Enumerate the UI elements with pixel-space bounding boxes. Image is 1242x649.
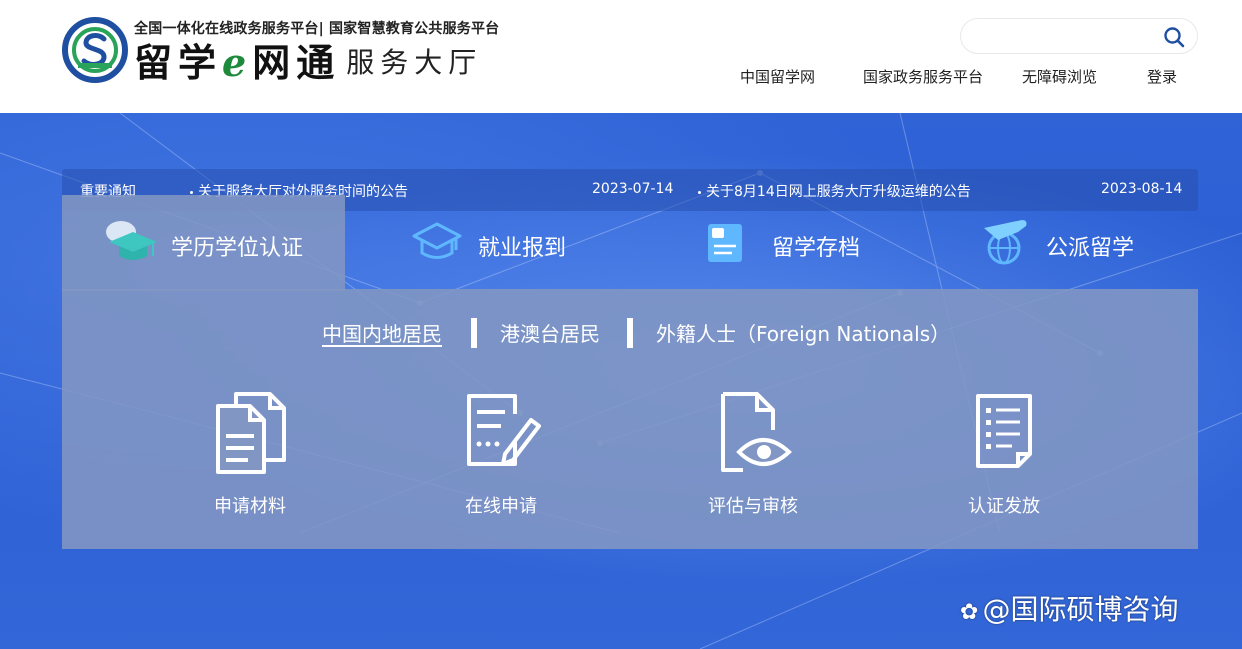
graduation-cap-icon	[106, 221, 157, 260]
subtab-divider	[471, 318, 477, 348]
document-eye-icon	[721, 392, 792, 472]
subtab-foreign-nationals[interactable]: 外籍人士（Foreign Nationals）	[656, 318, 950, 347]
brand-subtitle: 服务大厅	[346, 46, 483, 79]
nav-link-login[interactable]: 登录	[1147, 66, 1177, 87]
tab-employment-registration[interactable]: 就业报到	[410, 212, 590, 274]
documents-icon	[216, 392, 286, 474]
tab-label: 就业报到	[478, 236, 567, 261]
tab-label: 留学存档	[772, 236, 861, 261]
site-header: 全国一体化在线政务服务平台| 国家智慧教育公共服务平台 留学e网通 服务大厅 中国…	[0, 0, 1242, 113]
watermark: ✿ @国际硕博咨询	[960, 588, 1178, 628]
service-certificate-issuance[interactable]: 认证发放	[924, 390, 1084, 520]
search-icon[interactable]	[1163, 26, 1185, 48]
tab-label: 公派留学	[1046, 236, 1135, 261]
plane-globe-icon	[984, 220, 1027, 265]
site-logo-icon[interactable]	[62, 17, 128, 83]
subtab-divider	[627, 318, 633, 348]
notice-title: 关于8月14日网上服务大厅升级运维的公告	[706, 184, 971, 200]
search-input[interactable]	[975, 25, 1155, 49]
bullet-icon	[698, 190, 701, 194]
subtab-mainland-residents[interactable]: 中国内地居民	[322, 318, 442, 347]
paw-icon: ✿	[960, 600, 979, 625]
tab-degree-verification[interactable]: 学历学位认证	[103, 212, 333, 274]
brand-e: e	[222, 40, 253, 85]
notice-date: 2023-08-14	[1101, 181, 1183, 197]
brand-part-1: 留学	[134, 40, 223, 85]
service-evaluation-review[interactable]: 评估与审核	[673, 390, 833, 520]
mortarboard-outline-icon	[412, 222, 462, 259]
service-label: 申请材料	[214, 496, 286, 517]
nav-link-accessibility[interactable]: 无障碍浏览	[1022, 66, 1097, 87]
site-tagline: 全国一体化在线政务服务平台| 国家智慧教育公共服务平台	[134, 21, 500, 37]
tab-label: 学历学位认证	[171, 236, 304, 261]
service-label: 在线申请	[465, 496, 537, 517]
watermark-text: @国际硕博咨询	[982, 593, 1179, 626]
notice-item[interactable]: 关于8月14日网上服务大厅升级运维的公告	[698, 181, 971, 201]
site-brand: 留学e网通 服务大厅	[134, 40, 482, 86]
notice-date: 2023-07-14	[592, 181, 674, 197]
checklist-icon	[976, 394, 1032, 468]
bullet-icon	[190, 190, 193, 194]
nav-link-cscse[interactable]: 中国留学网	[740, 66, 815, 87]
brand-part-2: 网通	[252, 40, 341, 85]
service-application-materials[interactable]: 申请材料	[170, 390, 330, 520]
service-label: 认证发放	[968, 496, 1040, 517]
service-label: 评估与审核	[708, 496, 798, 517]
search-box	[960, 18, 1198, 54]
tab-study-archive[interactable]: 留学存档	[704, 212, 884, 274]
form-edit-icon	[467, 394, 541, 466]
tab-government-sponsored-study[interactable]: 公派留学	[978, 212, 1158, 274]
subtab-hk-macao-taiwan[interactable]: 港澳台居民	[500, 318, 600, 347]
region-subtabs: 中国内地居民 港澳台居民 外籍人士（Foreign Nationals）	[0, 318, 1242, 348]
archive-folder-icon	[708, 224, 742, 262]
nav-link-gov-platform[interactable]: 国家政务服务平台	[863, 66, 983, 87]
service-online-application[interactable]: 在线申请	[421, 390, 581, 520]
